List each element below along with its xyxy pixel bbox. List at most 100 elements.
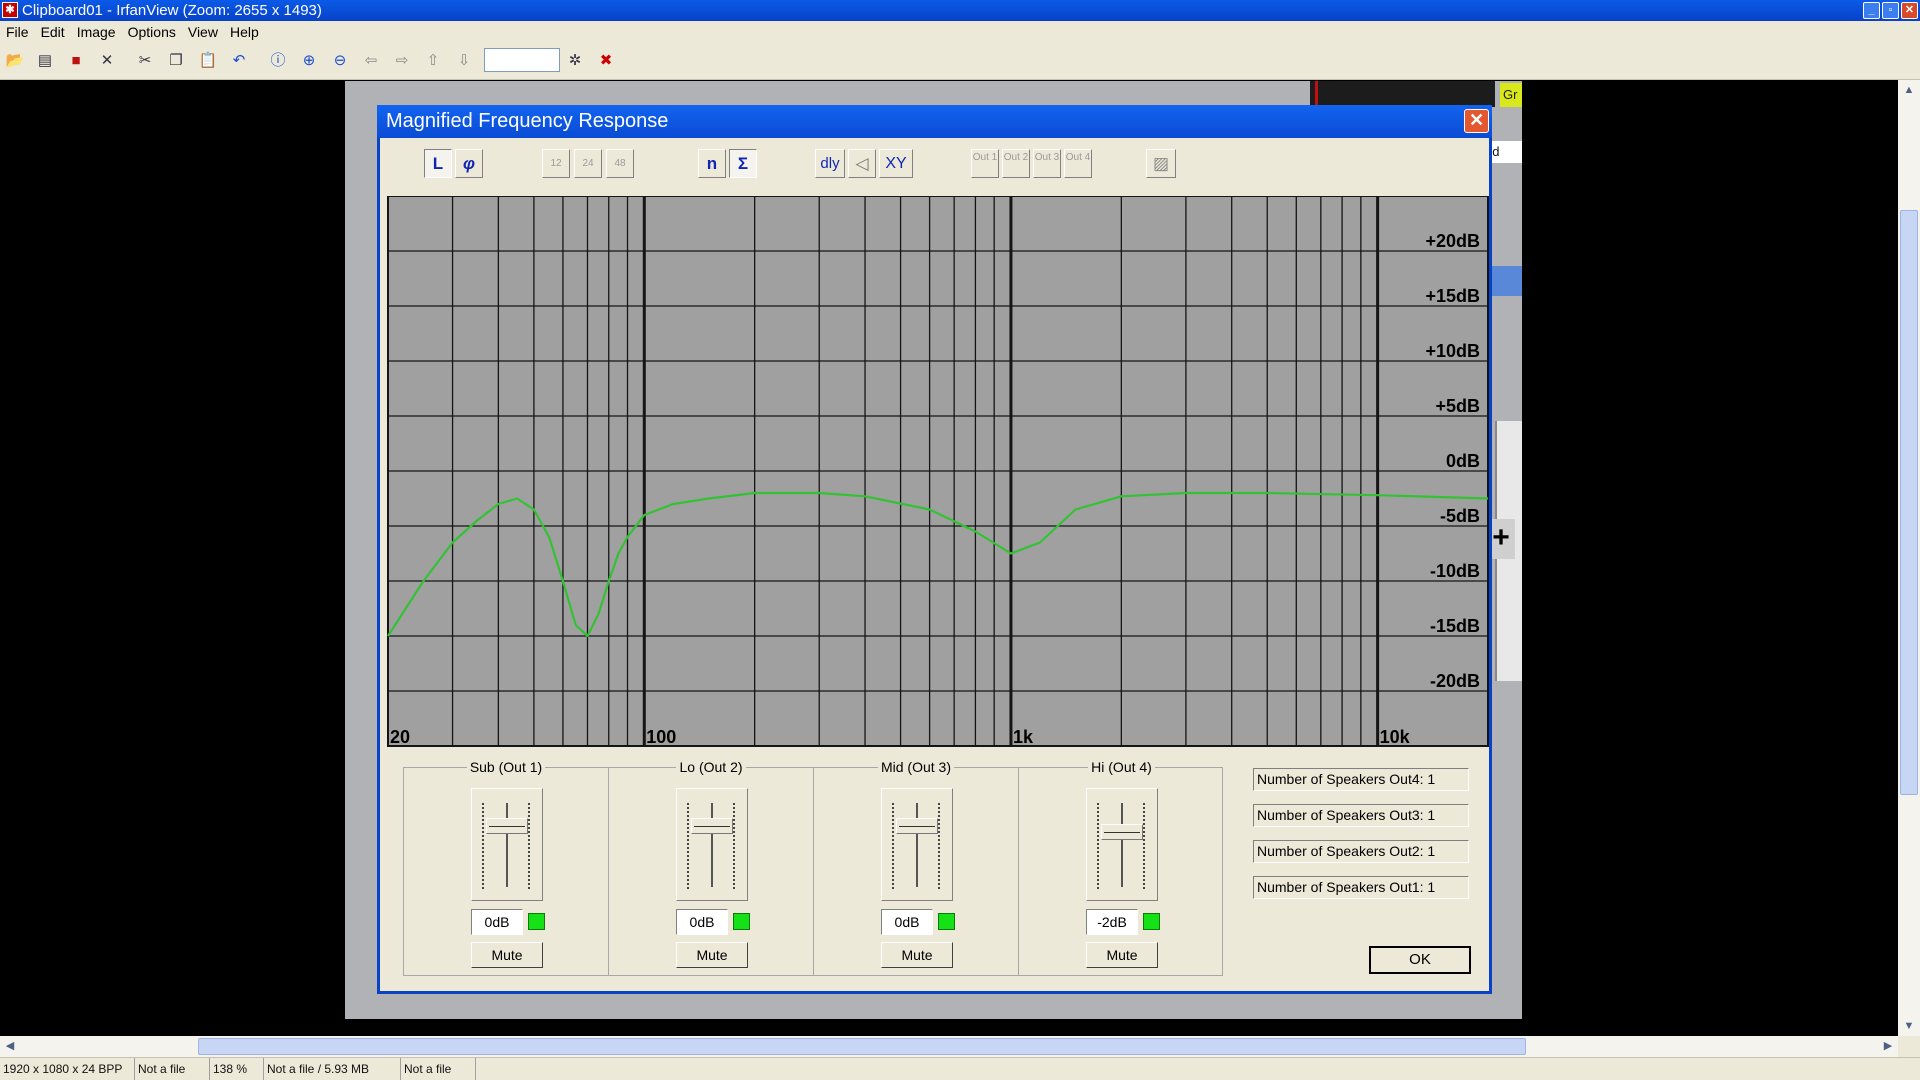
fader-knob[interactable]	[691, 818, 733, 835]
mute-button[interactable]: Mute	[1086, 942, 1158, 968]
linear-button[interactable]: L	[424, 149, 452, 178]
copy-icon[interactable]: ❐	[165, 50, 187, 72]
vertical-scroll-thumb[interactable]	[1900, 210, 1918, 795]
delay-button[interactable]: dly	[815, 149, 845, 178]
last-page-icon[interactable]: ⇩	[453, 50, 475, 72]
x-tick-label: 10k	[1380, 727, 1411, 747]
menu-edit[interactable]: Edit	[35, 21, 71, 43]
status-file: Not a file	[135, 1058, 210, 1080]
menu-image[interactable]: Image	[71, 21, 122, 43]
fader-value[interactable]: 0dB	[881, 909, 933, 935]
out4-button[interactable]: Out 4	[1064, 149, 1092, 178]
out1-button[interactable]: Out 1	[971, 149, 999, 178]
frequency-response-graph: +20dB +15dB +10dB +5dB 0dB -5dB -10dB -15dB -20d…	[385, 196, 1491, 748]
previous-icon[interactable]: ⇦	[360, 50, 382, 72]
individual-curves-button[interactable]: n	[698, 149, 726, 178]
fader-label: Lo (Out 2)	[676, 759, 746, 775]
sum-curve-button[interactable]: Σ	[729, 149, 757, 178]
thumbnails-icon[interactable]: ▤	[34, 50, 56, 72]
fader-group: Lo (Out 2) 0dB Mute	[609, 759, 814, 975]
slope-48-button[interactable]: 48	[606, 149, 634, 178]
dialog-title: Magnified Frequency Response ✕	[377, 105, 1492, 138]
window-title: Clipboard01 - IrfanView (Zoom: 2655 x 14…	[22, 2, 322, 19]
export-icon[interactable]: ▨	[1146, 149, 1176, 178]
menu-options[interactable]: Options	[122, 21, 182, 43]
fader-knob[interactable]	[896, 818, 938, 835]
x-tick-label: 20	[390, 727, 410, 747]
mute-button[interactable]: Mute	[676, 942, 748, 968]
fader-value[interactable]: -2dB	[1086, 909, 1138, 935]
scroll-up-icon[interactable]: ▲	[1899, 80, 1919, 100]
out2-button[interactable]: Out 2	[1002, 149, 1030, 178]
x-tick-label: 100	[646, 727, 676, 747]
paste-icon[interactable]: 📋	[197, 50, 219, 72]
fader-label: Sub (Out 1)	[466, 759, 546, 775]
zoom-out-icon[interactable]: ⊖	[329, 50, 351, 72]
close-window-button[interactable]: ✕	[1901, 2, 1918, 19]
page-input[interactable]	[484, 48, 560, 72]
maximize-button[interactable]: ▫	[1882, 2, 1899, 19]
settings-icon[interactable]: ✲	[564, 50, 586, 72]
ok-button[interactable]: OK	[1369, 946, 1471, 974]
zoom-in-icon[interactable]: ⊕	[298, 50, 320, 72]
mute-button[interactable]: Mute	[471, 942, 543, 968]
mute-button[interactable]: Mute	[881, 942, 953, 968]
y-tick-label: +5dB	[1435, 396, 1480, 416]
fader-group: Hi (Out 4) -2dB Mute	[1019, 759, 1224, 975]
menu-help[interactable]: Help	[224, 21, 265, 43]
fader-track[interactable]	[676, 788, 748, 901]
scroll-right-icon[interactable]: ▶	[1878, 1036, 1898, 1057]
y-tick-label: +20dB	[1425, 231, 1480, 251]
scroll-left-icon[interactable]: ◀	[0, 1036, 20, 1057]
slope-12-button[interactable]: 12	[542, 149, 570, 178]
fader-value[interactable]: 0dB	[471, 909, 523, 935]
speakers-out1-field: Number of Speakers Out1: 1	[1253, 876, 1469, 899]
y-tick-label: 0dB	[1446, 451, 1480, 471]
dialog-toolbar: L φ 12 24 48 n Σ dly ◁ XY Out 1 Out 2 Ou…	[380, 138, 1489, 188]
fader-knob[interactable]	[486, 818, 528, 835]
scroll-corner	[1898, 1036, 1920, 1057]
background-label: Gr	[1500, 83, 1522, 107]
fader-track[interactable]	[881, 788, 953, 901]
fader-track[interactable]	[1086, 788, 1158, 901]
xy-button[interactable]: XY	[879, 149, 913, 178]
fader-label: Mid (Out 3)	[877, 759, 954, 775]
fader-status-led	[1143, 913, 1160, 930]
y-tick-label: +10dB	[1425, 341, 1480, 361]
x-tick-label: 1k	[1013, 727, 1034, 747]
vertical-scrollbar[interactable]: ▲ ▼	[1898, 80, 1920, 1036]
horizontal-scrollbar[interactable]: ◀ ▶	[0, 1036, 1898, 1057]
phase-button[interactable]: φ	[455, 149, 483, 178]
status-size: Not a file / 5.93 MB	[264, 1058, 401, 1080]
cut-icon[interactable]: ✂	[134, 50, 156, 72]
status-zoom: 138 %	[210, 1058, 264, 1080]
first-page-icon[interactable]: ⇧	[422, 50, 444, 72]
menu-file[interactable]: File	[0, 21, 35, 43]
y-tick-label: -20dB	[1430, 671, 1480, 691]
info-icon[interactable]: ⓘ	[267, 50, 289, 72]
slope-24-button[interactable]: 24	[574, 149, 602, 178]
open-folder-icon[interactable]: 📂	[4, 50, 26, 72]
y-tick-label: -5dB	[1440, 506, 1480, 526]
polarity-icon[interactable]: ◁	[848, 149, 876, 178]
fader-value[interactable]: 0dB	[676, 909, 728, 935]
scroll-down-icon[interactable]: ▼	[1899, 1016, 1919, 1036]
main-toolbar: 📂 ▤ ■ ✕ ✂ ❐ 📋 ↶ ⓘ ⊕ ⊖ ⇦ ⇨ ⇧ ⇩ ✲ ✖	[0, 43, 1920, 80]
fader-group: Sub (Out 1) 0dB Mute	[404, 759, 609, 975]
menu-view[interactable]: View	[182, 21, 224, 43]
out3-button[interactable]: Out 3	[1033, 149, 1061, 178]
fader-knob[interactable]	[1101, 824, 1143, 840]
dialog-title-text: Magnified Frequency Response	[386, 110, 669, 132]
next-icon[interactable]: ⇨	[391, 50, 413, 72]
dialog-close-icon[interactable]: ✕	[1464, 109, 1489, 133]
exit-icon[interactable]: ✖	[595, 50, 617, 72]
horizontal-scroll-thumb[interactable]	[198, 1038, 1526, 1055]
undo-icon[interactable]: ↶	[228, 50, 250, 72]
status-bar: 1920 x 1080 x 24 BPP Not a file 138 % No…	[0, 1057, 1920, 1080]
save-icon[interactable]: ■	[65, 50, 87, 72]
output-fader-panel: Sub (Out 1) 0dB Mute Lo (Out 2) 0dB Mute…	[403, 759, 1224, 976]
delete-icon[interactable]: ✕	[96, 50, 118, 72]
minimize-button[interactable]: _	[1863, 2, 1880, 19]
fader-track[interactable]	[471, 788, 543, 901]
frequency-response-dialog: Magnified Frequency Response ✕ L φ 12 24…	[377, 105, 1492, 994]
